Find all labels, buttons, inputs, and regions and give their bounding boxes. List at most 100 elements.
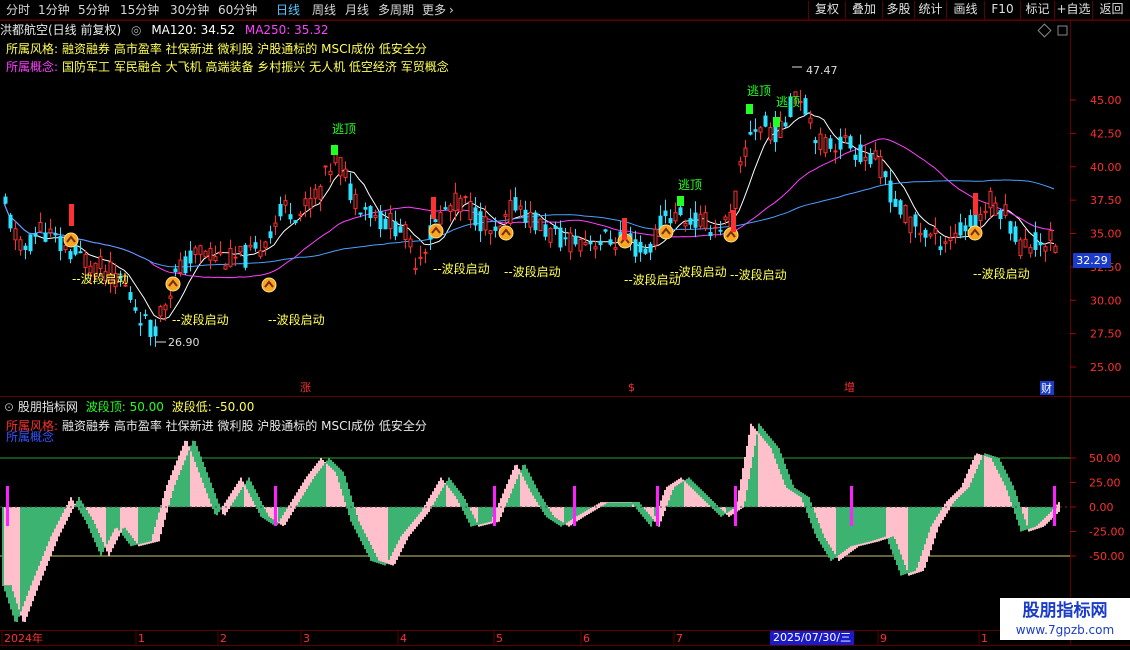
oscillator-bar: [150, 541, 152, 544]
oscillator-bar: [668, 485, 670, 501]
oscillator-bar: [474, 518, 476, 526]
oscillator-bar: [916, 567, 918, 573]
event-marker-rise[interactable]: 涨: [300, 381, 311, 394]
oscillator-bar: [438, 481, 440, 495]
oscillator-bar: [466, 503, 468, 519]
oscillator-bar: [288, 505, 290, 519]
oscillator-bar: [622, 502, 624, 507]
oscillator-bar: [646, 507, 648, 512]
oscillator-bar: [364, 533, 366, 550]
oscillator-bar: [892, 536, 894, 555]
oscillator-bar: [982, 455, 984, 507]
oscillator-bar: [954, 501, 956, 507]
candle-body: [393, 221, 398, 237]
date-label: 6: [583, 632, 590, 645]
oscillator-bar: [104, 546, 106, 549]
oscillator-bar: [140, 543, 142, 546]
oscillator-bar: [902, 559, 904, 575]
candle-body: [58, 236, 63, 252]
zoom-diamond-icon[interactable]: [1037, 23, 1052, 38]
oscillator-bar: [592, 506, 594, 512]
oscillator-bar: [46, 546, 48, 566]
oscillator-bar: [850, 546, 852, 553]
oscillator-bar: [562, 522, 564, 526]
candle-body: [953, 232, 958, 238]
oscillator-bar: [366, 507, 368, 538]
oscillator-bar: [900, 554, 902, 576]
candle-body: [543, 224, 548, 237]
candle-body: [358, 212, 363, 215]
event-marker-dividend[interactable]: $: [628, 381, 635, 394]
candle-body: [923, 229, 928, 238]
oscillator-bar: [244, 483, 246, 507]
candle-body: [968, 215, 973, 227]
oscillator-bar: [532, 480, 534, 496]
oscillator-bar: [498, 502, 500, 522]
candle-body: [848, 136, 853, 149]
oscillator-bar: [224, 502, 226, 516]
oscillator-bar: [1042, 519, 1044, 527]
oscillator-bar: [286, 508, 288, 522]
oscillator-bar: [960, 487, 962, 496]
oscillator-bar: [862, 543, 864, 546]
oscillator-bar: [856, 507, 858, 548]
oscillator-bar: [122, 528, 124, 536]
oscillator-bar: [78, 497, 80, 511]
oscillator-bar: [518, 468, 520, 475]
oscillator-bar: [824, 507, 826, 539]
candle-body: [443, 207, 448, 210]
oscillator-bar: [842, 507, 844, 558]
oscillator-bar: [924, 544, 926, 568]
oscillator-bar: [630, 502, 632, 503]
oscillator-bar: [536, 488, 538, 503]
oscillator-bar: [1030, 507, 1032, 531]
oscillator-bar: [444, 484, 446, 507]
candle-body: [408, 238, 413, 248]
oscillator-bar: [180, 470, 182, 507]
indicator-axis: 50.00 25.00 0.00 -25.00 -50.00: [1070, 452, 1124, 563]
oscillator-bar: [740, 479, 742, 509]
oscillator-bar: [672, 490, 674, 507]
oscillator-bar: [434, 501, 436, 507]
oscillator-bar: [938, 513, 940, 527]
oscillator-bar: [600, 502, 602, 507]
oscillator-bar: [382, 562, 384, 565]
maximize-icon[interactable]: [1057, 25, 1068, 36]
oscillator-bar: [624, 502, 626, 507]
oscillator-bar: [550, 507, 552, 512]
oscillator-bar: [692, 481, 694, 490]
oscillator-bar: [974, 455, 976, 474]
candle-body: [273, 222, 278, 227]
oscillator-bar: [2, 585, 4, 586]
candle-body: [43, 232, 48, 242]
oscillator-bar: [566, 522, 568, 526]
oscillator-bar: [670, 495, 672, 507]
candle-body: [33, 233, 38, 237]
escape-top-label: 逃顶: [776, 95, 800, 109]
oscillator-bar: [134, 540, 136, 546]
oscillator-bar: [324, 463, 326, 507]
event-marker-increase[interactable]: 增: [844, 380, 855, 394]
candle-body: [868, 153, 873, 165]
chart-canvas[interactable]: 45.0042.5040.0037.5035.0032.5030.0027.50…: [0, 0, 1130, 650]
oscillator-bar: [550, 511, 552, 521]
oscillator-bar: [48, 541, 50, 561]
oscillator-bar: [894, 507, 896, 540]
oscillator-bar: [790, 479, 792, 491]
escape-top-marker: [773, 117, 780, 127]
oscillator-bar: [442, 487, 444, 507]
candle-body: [963, 225, 968, 232]
oscillator-bar: [998, 458, 1000, 474]
oscillator-bar: [844, 550, 846, 557]
oscillator-bar: [640, 504, 642, 515]
oscillator-bar: [748, 479, 750, 507]
oscillator-bar: [180, 450, 182, 471]
oscillator-bar: [444, 482, 446, 485]
candle-body: [668, 218, 673, 224]
candle-body: [48, 228, 53, 234]
price-tick-label: 40.00: [1090, 161, 1122, 174]
event-marker-finance[interactable]: 财: [1041, 381, 1052, 395]
oscillator-bar: [814, 507, 816, 513]
candle-body: [893, 198, 898, 207]
oscillator-bar: [42, 556, 44, 576]
